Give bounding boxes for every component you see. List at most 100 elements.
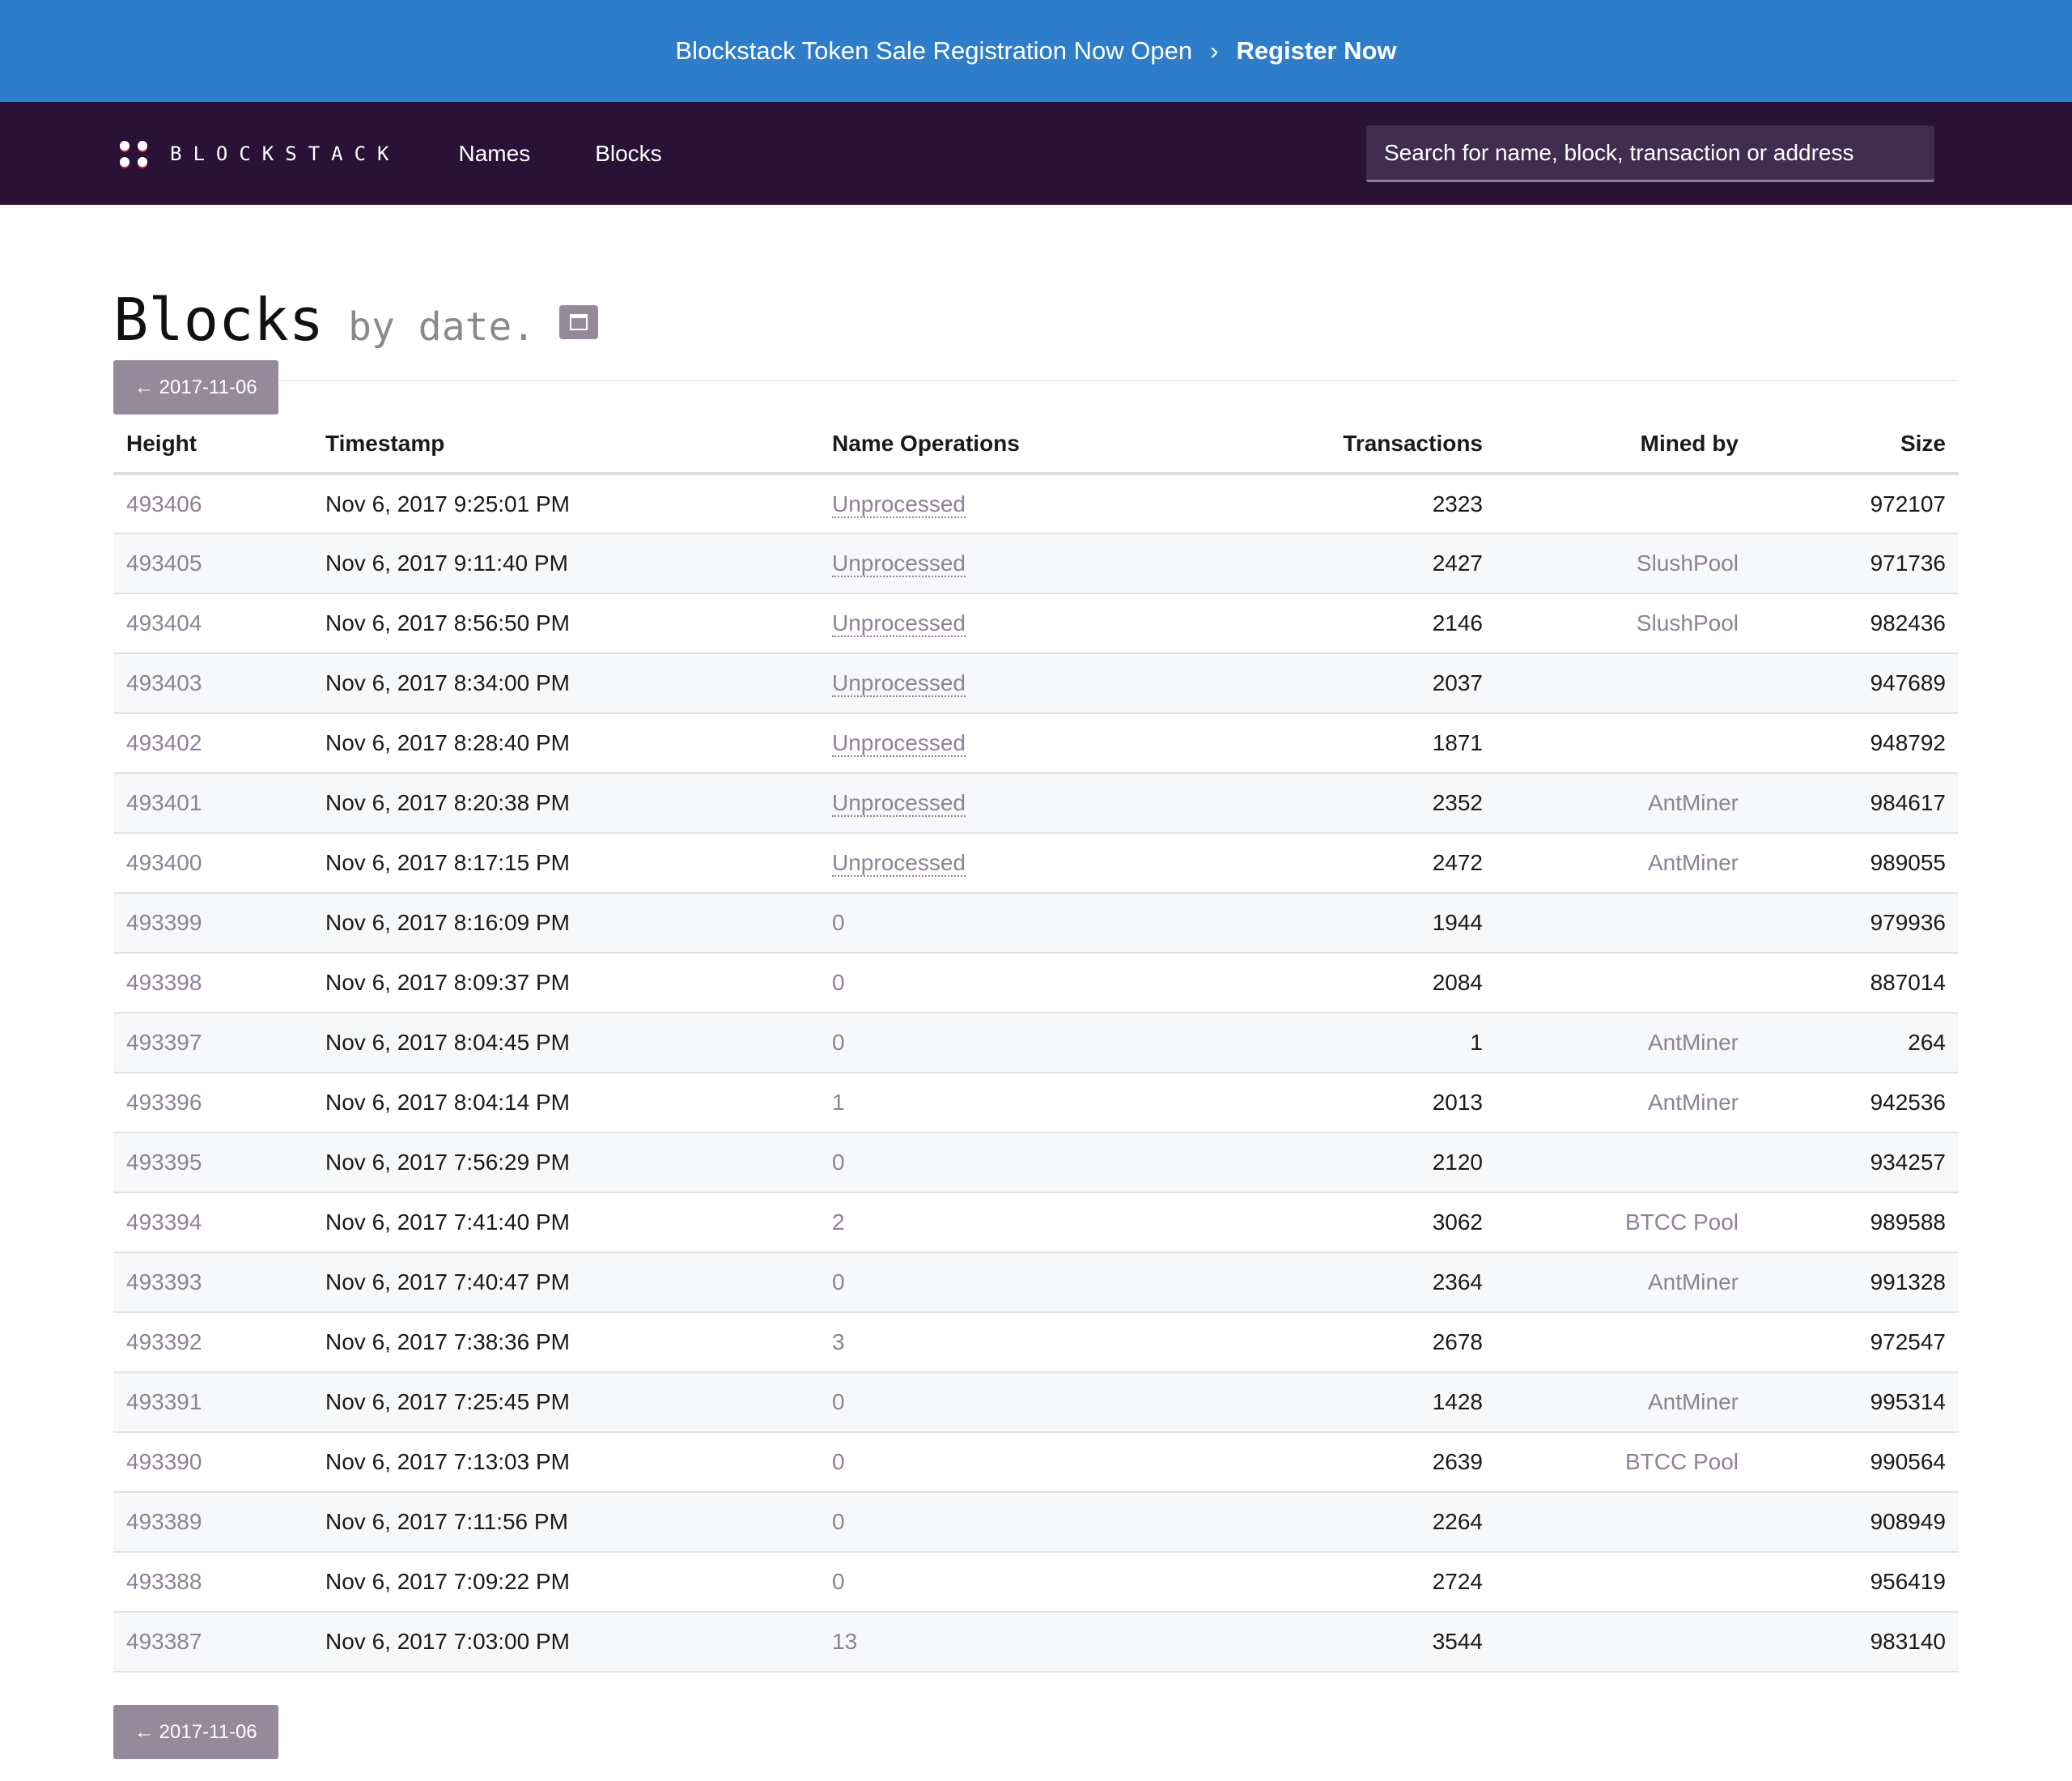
search-input[interactable] (1366, 125, 1934, 182)
timestamp: Nov 6, 2017 8:34:00 PM (312, 653, 819, 714)
logo[interactable]: BLOCKSTACK (120, 140, 401, 167)
name-operations[interactable]: 0 (832, 1449, 845, 1474)
timestamp: Nov 6, 2017 7:41:40 PM (312, 1192, 819, 1253)
header-height: Height (113, 414, 312, 475)
transactions: 2678 (1224, 1312, 1496, 1373)
nav-names[interactable]: Names (459, 141, 531, 167)
timestamp: Nov 6, 2017 7:11:56 PM (312, 1492, 819, 1553)
announcement-banner: Blockstack Token Sale Registration Now O… (0, 0, 2072, 102)
block-height-link[interactable]: 493388 (126, 1569, 202, 1594)
table-row: 493405 Nov 6, 2017 9:11:40 PM Unprocessed 2… (113, 533, 1959, 594)
header-mined-by: Mined by (1496, 414, 1751, 475)
size: 948792 (1751, 713, 1959, 774)
block-height-link[interactable]: 493389 (126, 1509, 202, 1534)
size: 934257 (1751, 1133, 1959, 1193)
block-height-link[interactable]: 493403 (126, 670, 202, 695)
calendar-icon[interactable] (559, 305, 599, 339)
header-timestamp: Timestamp (312, 414, 819, 475)
table-row: 493404 Nov 6, 2017 8:56:50 PM Unprocessed 2… (113, 593, 1959, 654)
table-row: 493393 Nov 6, 2017 7:40:47 PM 0 2364 AntMine… (113, 1252, 1959, 1313)
block-height-link[interactable]: 493387 (126, 1629, 202, 1654)
size: 982436 (1751, 593, 1959, 654)
mined-by: SlushPool (1636, 610, 1739, 635)
block-height-link[interactable]: 493398 (126, 970, 202, 995)
chevron-right-icon: › (1210, 36, 1219, 65)
name-operations[interactable]: 13 (832, 1629, 857, 1654)
block-height-link[interactable]: 493397 (126, 1030, 202, 1055)
timestamp: Nov 6, 2017 8:20:38 PM (312, 773, 819, 834)
timestamp: Nov 6, 2017 9:11:40 PM (312, 533, 819, 594)
size: 972547 (1751, 1312, 1959, 1373)
transactions: 3544 (1224, 1612, 1496, 1673)
transactions: 2037 (1224, 653, 1496, 714)
mined-by: AntMiner (1647, 790, 1739, 815)
name-operations[interactable]: 0 (832, 1269, 845, 1294)
table-row: 493392 Nov 6, 2017 7:38:36 PM 3 2678 972547 (113, 1312, 1959, 1373)
table-row: 493398 Nov 6, 2017 8:09:37 PM 0 2084 887014 (113, 953, 1959, 1014)
table-row: 493395 Nov 6, 2017 7:56:29 PM 0 2120 934257 (113, 1133, 1959, 1193)
block-height-link[interactable]: 493393 (126, 1269, 202, 1294)
transactions: 2013 (1224, 1073, 1496, 1133)
mined-by: AntMiner (1647, 1030, 1739, 1055)
block-height-link[interactable]: 493394 (126, 1209, 202, 1235)
transactions: 2264 (1224, 1492, 1496, 1553)
block-height-link[interactable]: 493406 (126, 491, 202, 516)
header-transactions: Transactions (1224, 414, 1496, 475)
table-row: 493396 Nov 6, 2017 8:04:14 PM 1 2013 AntMine… (113, 1073, 1959, 1133)
navbar: BLOCKSTACK Names Blocks (0, 102, 2072, 205)
prev-date-button[interactable]: ← 2017-11-06 (113, 360, 278, 414)
timestamp: Nov 6, 2017 9:25:01 PM (312, 474, 819, 534)
size: 956419 (1751, 1552, 1959, 1613)
name-operations[interactable]: 1 (832, 1090, 845, 1115)
name-operations[interactable]: 2 (832, 1209, 845, 1235)
timestamp: Nov 6, 2017 7:56:29 PM (312, 1133, 819, 1193)
block-height-link[interactable]: 493396 (126, 1090, 202, 1115)
block-height-link[interactable]: 493395 (126, 1150, 202, 1175)
name-operations[interactable]: 0 (832, 910, 845, 935)
name-operations: Unprocessed (832, 730, 966, 757)
timestamp: Nov 6, 2017 8:17:15 PM (312, 833, 819, 894)
block-height-link[interactable]: 493400 (126, 850, 202, 875)
transactions: 2724 (1224, 1552, 1496, 1613)
nav-blocks[interactable]: Blocks (595, 141, 661, 167)
prev-date-button-bottom[interactable]: ← 2017-11-06 (113, 1705, 278, 1759)
mined-by: AntMiner (1647, 1090, 1739, 1115)
blocks-table: Height Timestamp Name Operations Transac… (113, 414, 1959, 1673)
block-height-link[interactable]: 493401 (126, 790, 202, 815)
table-row: 493389 Nov 6, 2017 7:11:56 PM 0 2264 908949 (113, 1492, 1959, 1553)
transactions: 2120 (1224, 1133, 1496, 1193)
table-row: 493400 Nov 6, 2017 8:17:15 PM Unprocessed 2… (113, 833, 1959, 894)
table-row: 493403 Nov 6, 2017 8:34:00 PM Unprocessed 2… (113, 653, 1959, 714)
name-operations: Unprocessed (832, 850, 966, 877)
divider (113, 380, 1959, 381)
timestamp: Nov 6, 2017 8:16:09 PM (312, 893, 819, 954)
name-operations[interactable]: 0 (832, 1509, 845, 1534)
name-operations[interactable]: 0 (832, 1389, 845, 1414)
size: 984617 (1751, 773, 1959, 834)
block-height-link[interactable]: 493405 (126, 550, 202, 576)
block-height-link[interactable]: 493402 (126, 730, 202, 755)
size: 979936 (1751, 893, 1959, 954)
name-operations[interactable]: 0 (832, 1569, 845, 1594)
mined-by: SlushPool (1636, 550, 1739, 576)
transactions: 2352 (1224, 773, 1496, 834)
name-operations[interactable]: 0 (832, 1150, 845, 1175)
block-height-link[interactable]: 493392 (126, 1329, 202, 1354)
register-now-link[interactable]: Register Now (1236, 36, 1396, 66)
transactions: 2639 (1224, 1432, 1496, 1493)
table-row: 493402 Nov 6, 2017 8:28:40 PM Unprocessed 1… (113, 713, 1959, 774)
table-row: 493391 Nov 6, 2017 7:25:45 PM 0 1428 AntMine… (113, 1372, 1959, 1433)
size: 264 (1751, 1013, 1959, 1073)
block-height-link[interactable]: 493390 (126, 1449, 202, 1474)
block-height-link[interactable]: 493399 (126, 910, 202, 935)
mined-by: AntMiner (1647, 1269, 1739, 1294)
block-height-link[interactable]: 493391 (126, 1389, 202, 1414)
name-operations[interactable]: 0 (832, 1030, 845, 1055)
transactions: 1944 (1224, 893, 1496, 954)
name-operations[interactable]: 0 (832, 970, 845, 995)
table-row: 493397 Nov 6, 2017 8:04:45 PM 0 1 AntMiner 26… (113, 1013, 1959, 1073)
block-height-link[interactable]: 493404 (126, 610, 202, 635)
size: 989588 (1751, 1192, 1959, 1253)
name-operations[interactable]: 3 (832, 1329, 845, 1354)
page-title: Blocks by date. (113, 286, 1959, 354)
